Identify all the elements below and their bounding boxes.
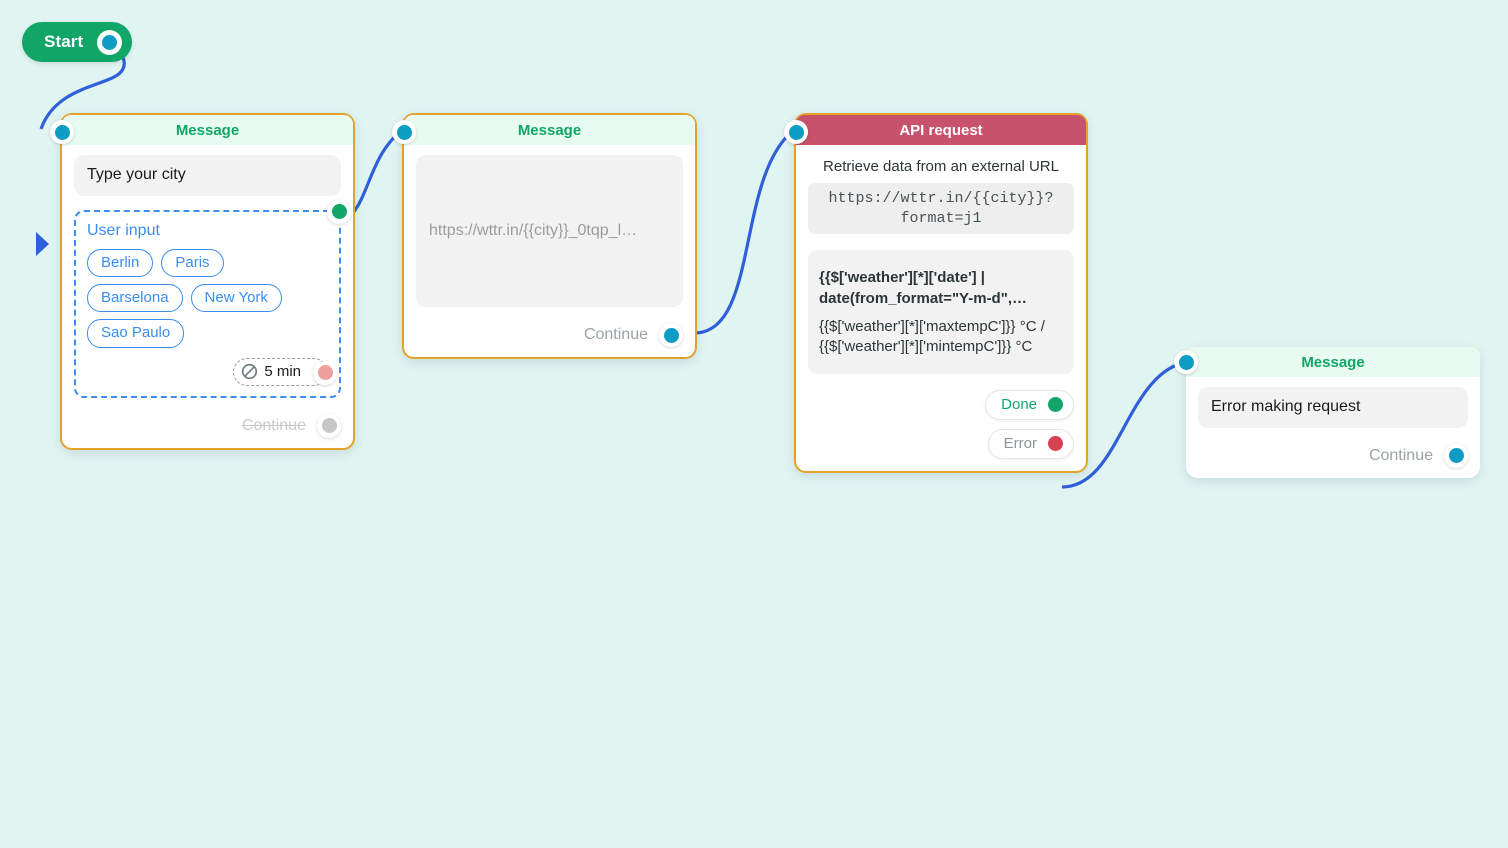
no-entry-icon xyxy=(242,363,258,380)
user-input-block[interactable]: User input Berlin Paris Barselona New Yo… xyxy=(74,199,351,398)
message-bubble-error[interactable]: Error making request xyxy=(1198,387,1468,428)
api-mapping-body: {{$['weather'][*]['maxtempC']}} °C / {{$… xyxy=(819,317,1045,356)
node-header-api-request: API request xyxy=(796,115,1086,145)
port-in-message-url[interactable] xyxy=(392,120,416,144)
outcome-done-label: Done xyxy=(1001,396,1037,414)
node-message-url[interactable]: Message https://wttr.in/{{city}}_0tqp_l…… xyxy=(392,113,697,359)
start-port-icon[interactable] xyxy=(97,29,123,55)
outcome-error-label: Error xyxy=(1003,435,1037,453)
port-out-done[interactable] xyxy=(1048,397,1063,413)
user-input-options: Berlin Paris Barselona New York Sao Paul… xyxy=(87,248,302,348)
inbound-arrow-icon xyxy=(36,232,49,256)
api-mapping-title: {{$['weather'][*]['date'] | date(from_fo… xyxy=(819,269,1028,307)
footer-message-error: Continue xyxy=(1186,436,1480,478)
port-in-api-request[interactable] xyxy=(784,120,808,144)
port-out-message-url[interactable] xyxy=(659,323,683,347)
outcome-done[interactable]: Done xyxy=(985,389,1074,420)
api-outcomes: Done Error xyxy=(796,382,1086,471)
node-api-request[interactable]: API request Retrieve data from an extern… xyxy=(784,113,1088,473)
node-message-city[interactable]: Message Type your city User input Berlin… xyxy=(36,113,355,450)
footer-message-url: Continue xyxy=(404,315,695,357)
timeout-label: 5 min xyxy=(264,363,301,381)
edge-message-url-to-api xyxy=(693,127,796,335)
port-out-error[interactable] xyxy=(1048,436,1063,452)
option-chip[interactable]: Sao Paulo xyxy=(87,319,185,348)
api-mapping-block[interactable]: {{$['weather'][*]['date'] | date(from_fo… xyxy=(808,250,1074,374)
user-input-title: User input xyxy=(87,221,160,239)
port-in-message-error[interactable] xyxy=(1174,350,1198,374)
port-out-timeout[interactable] xyxy=(313,360,337,385)
port-in-message-city[interactable] xyxy=(50,120,74,144)
start-node[interactable]: Start xyxy=(22,22,133,62)
node-message-error[interactable]: Message Error making request Continue xyxy=(1174,347,1480,478)
port-out-message-error[interactable] xyxy=(1444,443,1468,468)
port-out-user-input[interactable] xyxy=(327,199,351,224)
outcome-error[interactable]: Error xyxy=(987,428,1074,459)
node-header-message-error: Message xyxy=(1186,347,1480,377)
continue-label: Continue xyxy=(583,326,648,343)
timeout-chip[interactable]: 5 min xyxy=(233,357,337,386)
node-header-message-url: Message xyxy=(404,115,695,145)
option-chip[interactable]: Berlin xyxy=(87,248,154,278)
message-bubble-url[interactable]: https://wttr.in/{{city}}_0tqp_l… xyxy=(416,155,683,307)
continue-label: Continue xyxy=(1368,446,1433,464)
option-chip[interactable]: Paris xyxy=(161,248,224,278)
node-header-message-city: Message xyxy=(62,115,353,145)
continue-label: Continue xyxy=(241,416,306,434)
flow-canvas[interactable]: Start Message Type your city User input … xyxy=(0,0,1508,848)
option-chip[interactable]: New York xyxy=(190,284,282,313)
api-description: Retrieve data from an external URL xyxy=(823,158,1059,175)
option-chip[interactable]: Barselona xyxy=(87,284,183,313)
port-out-message-city[interactable] xyxy=(317,413,341,438)
footer-message-city: Continue xyxy=(62,406,353,448)
start-label: Start xyxy=(44,32,84,51)
message-bubble-city[interactable]: Type your city xyxy=(74,155,341,196)
api-url[interactable]: https://wttr.in/{{city}}?format=j1 xyxy=(808,183,1074,235)
